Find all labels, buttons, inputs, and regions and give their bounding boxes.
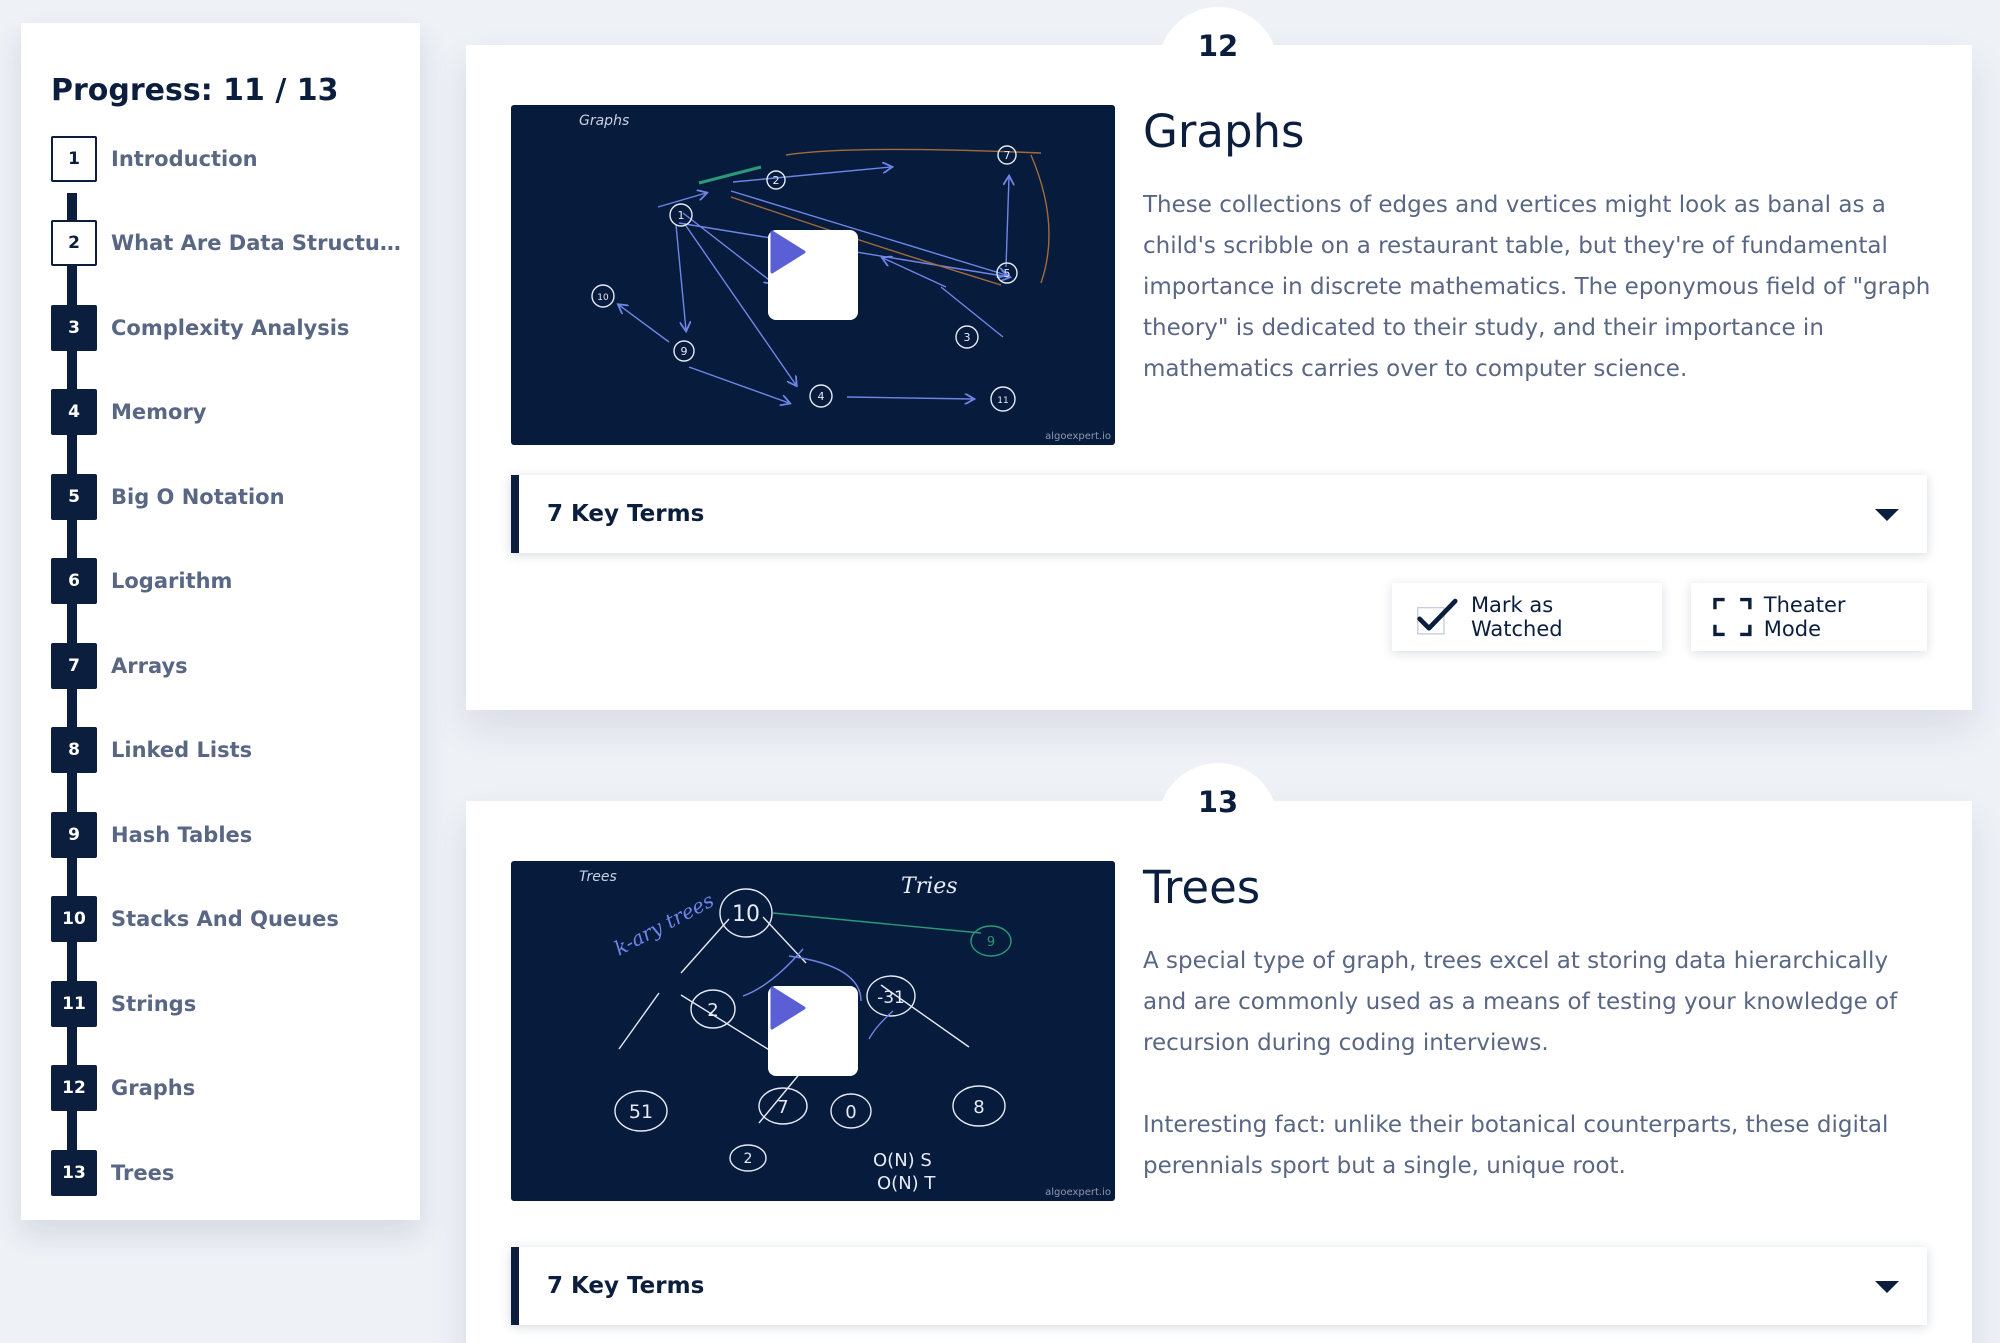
thumbnail-caption: Graphs <box>579 113 630 129</box>
step-number: 4 <box>51 389 97 435</box>
step-number: 5 <box>51 474 97 520</box>
step-number: 6 <box>51 558 97 604</box>
chevron-down-icon <box>1875 509 1899 521</box>
key-terms-label: 7 Key Terms <box>547 1273 705 1299</box>
chevron-down-icon <box>1875 1281 1899 1293</box>
graph-node-label: 2 <box>773 174 780 187</box>
step-label: Hash Tables <box>111 823 253 847</box>
step-number: 11 <box>51 981 97 1027</box>
step-number: 8 <box>51 727 97 773</box>
step-number: 12 <box>51 1065 97 1111</box>
sidebar-item-arrays[interactable]: 7 Arrays <box>51 643 411 689</box>
thumbnail-annotation: O(N) S <box>873 1150 932 1171</box>
graph-node-label: 1 <box>678 209 685 222</box>
video-thumbnail-trees[interactable]: 10 2 -31 51 7 0 8 2 9 k-ary trees Tries … <box>511 861 1115 1201</box>
tree-node-label: 9 <box>987 935 995 950</box>
step-label: What Are Data Structures? <box>111 231 401 255</box>
graph-node-label: 5 <box>1004 267 1011 280</box>
thumbnail-annotation: Tries <box>901 874 958 899</box>
graph-node-label: 10 <box>597 293 609 303</box>
graph-node-label: 11 <box>997 396 1008 406</box>
step-label: Strings <box>111 992 197 1016</box>
tree-node-label: 0 <box>845 1102 856 1123</box>
sidebar-item-big-o-notation[interactable]: 5 Big O Notation <box>51 474 411 520</box>
thumbnail-credit: algoexpert.io <box>1045 1187 1111 1198</box>
tree-node-label: 10 <box>732 902 760 927</box>
lesson-card-trees: 13 10 2 -31 51 7 0 8 2 9 k-ary trees Tri… <box>466 763 1972 1343</box>
fullscreen-icon <box>1713 597 1752 637</box>
key-terms-label: 7 Key Terms <box>547 501 705 527</box>
sidebar-item-stacks-and-queues[interactable]: 10 Stacks And Queues <box>51 896 411 942</box>
step-label: Complexity Analysis <box>111 316 350 340</box>
sidebar-item-graphs[interactable]: 12 Graphs <box>51 1065 411 1111</box>
description-paragraph: A special type of graph, trees excel at … <box>1143 948 1898 1056</box>
sidebar-item-complexity-analysis[interactable]: 3 Complexity Analysis <box>51 305 411 351</box>
tree-node-label: 7 <box>777 1097 788 1118</box>
step-label: Stacks And Queues <box>111 907 339 931</box>
description-paragraph: Interesting fact: unlike their botanical… <box>1143 1112 1889 1179</box>
thumbnail-credit: algoexpert.io <box>1045 431 1111 442</box>
tree-node-label: 2 <box>707 1000 718 1021</box>
lesson-description: These collections of edges and vertices … <box>1143 185 1933 390</box>
graph-node-label: 9 <box>681 345 688 358</box>
sidebar-item-logarithm[interactable]: 6 Logarithm <box>51 558 411 604</box>
step-number: 9 <box>51 812 97 858</box>
sidebar-item-linked-lists[interactable]: 8 Linked Lists <box>51 727 411 773</box>
description-paragraph: These collections of edges and vertices … <box>1143 192 1931 382</box>
thumbnail-annotation: O(N) T <box>877 1173 936 1194</box>
step-label: Introduction <box>111 147 258 171</box>
step-number: 2 <box>51 220 97 266</box>
progress-sidebar: Progress: 11 / 13 1 Introduction 2 What … <box>21 23 420 1220</box>
tree-node-label: 8 <box>973 1097 984 1118</box>
lesson-card-graphs: 12 1 2 7 5 10 9 4 3 11 Graphs algoexpert… <box>466 7 1972 710</box>
tree-node-label: -31 <box>877 988 905 1008</box>
theater-mode-label: Theater Mode <box>1763 593 1846 641</box>
tree-node-label: 51 <box>629 1101 653 1123</box>
play-icon <box>770 986 806 1030</box>
sidebar-item-memory[interactable]: 4 Memory <box>51 389 411 435</box>
progress-title: Progress: 11 / 13 <box>51 73 339 108</box>
mark-as-watched-label: Mark as Watched <box>1470 593 1563 641</box>
step-label: Memory <box>111 400 207 424</box>
mark-as-watched-button[interactable]: Mark as Watched <box>1392 583 1662 651</box>
step-number: 7 <box>51 643 97 689</box>
graph-node-label: 3 <box>964 331 971 344</box>
step-label: Arrays <box>111 654 188 678</box>
step-number: 13 <box>51 1150 97 1196</box>
lesson-number-badge: 12 <box>1158 7 1278 87</box>
lesson-title: Graphs <box>1143 105 1305 158</box>
step-label: Trees <box>111 1161 175 1185</box>
key-terms-dropdown[interactable]: 7 Key Terms <box>511 475 1927 553</box>
sidebar-item-strings[interactable]: 11 Strings <box>51 981 411 1027</box>
thumbnail-caption: Trees <box>579 869 617 885</box>
lesson-number-badge: 13 <box>1158 763 1278 843</box>
step-label: Graphs <box>111 1076 196 1100</box>
sidebar-item-hash-tables[interactable]: 9 Hash Tables <box>51 812 411 858</box>
lesson-title: Trees <box>1143 861 1261 914</box>
step-number: 10 <box>51 896 97 942</box>
graph-node-label: 7 <box>1004 149 1011 162</box>
theater-mode-button[interactable]: Theater Mode <box>1691 583 1927 651</box>
step-number: 3 <box>51 305 97 351</box>
check-icon <box>1417 598 1458 635</box>
sidebar-item-introduction[interactable]: 1 Introduction <box>51 136 411 182</box>
step-number: 1 <box>51 136 97 182</box>
lesson-description: A special type of graph, trees excel at … <box>1143 941 1933 1187</box>
play-button[interactable] <box>768 230 858 320</box>
step-label: Big O Notation <box>111 485 285 509</box>
key-terms-dropdown[interactable]: 7 Key Terms <box>511 1247 1927 1325</box>
play-icon <box>770 230 806 274</box>
video-thumbnail-graphs[interactable]: 1 2 7 5 10 9 4 3 11 Graphs algoexpert.io <box>511 105 1115 445</box>
sidebar-item-what-are-data-structures[interactable]: 2 What Are Data Structures? <box>51 220 411 266</box>
step-label: Linked Lists <box>111 738 253 762</box>
play-button[interactable] <box>768 986 858 1076</box>
step-label: Logarithm <box>111 569 233 593</box>
graph-node-label: 4 <box>818 390 825 403</box>
tree-node-label: 2 <box>744 1151 753 1167</box>
sidebar-item-trees[interactable]: 13 Trees <box>51 1150 411 1196</box>
